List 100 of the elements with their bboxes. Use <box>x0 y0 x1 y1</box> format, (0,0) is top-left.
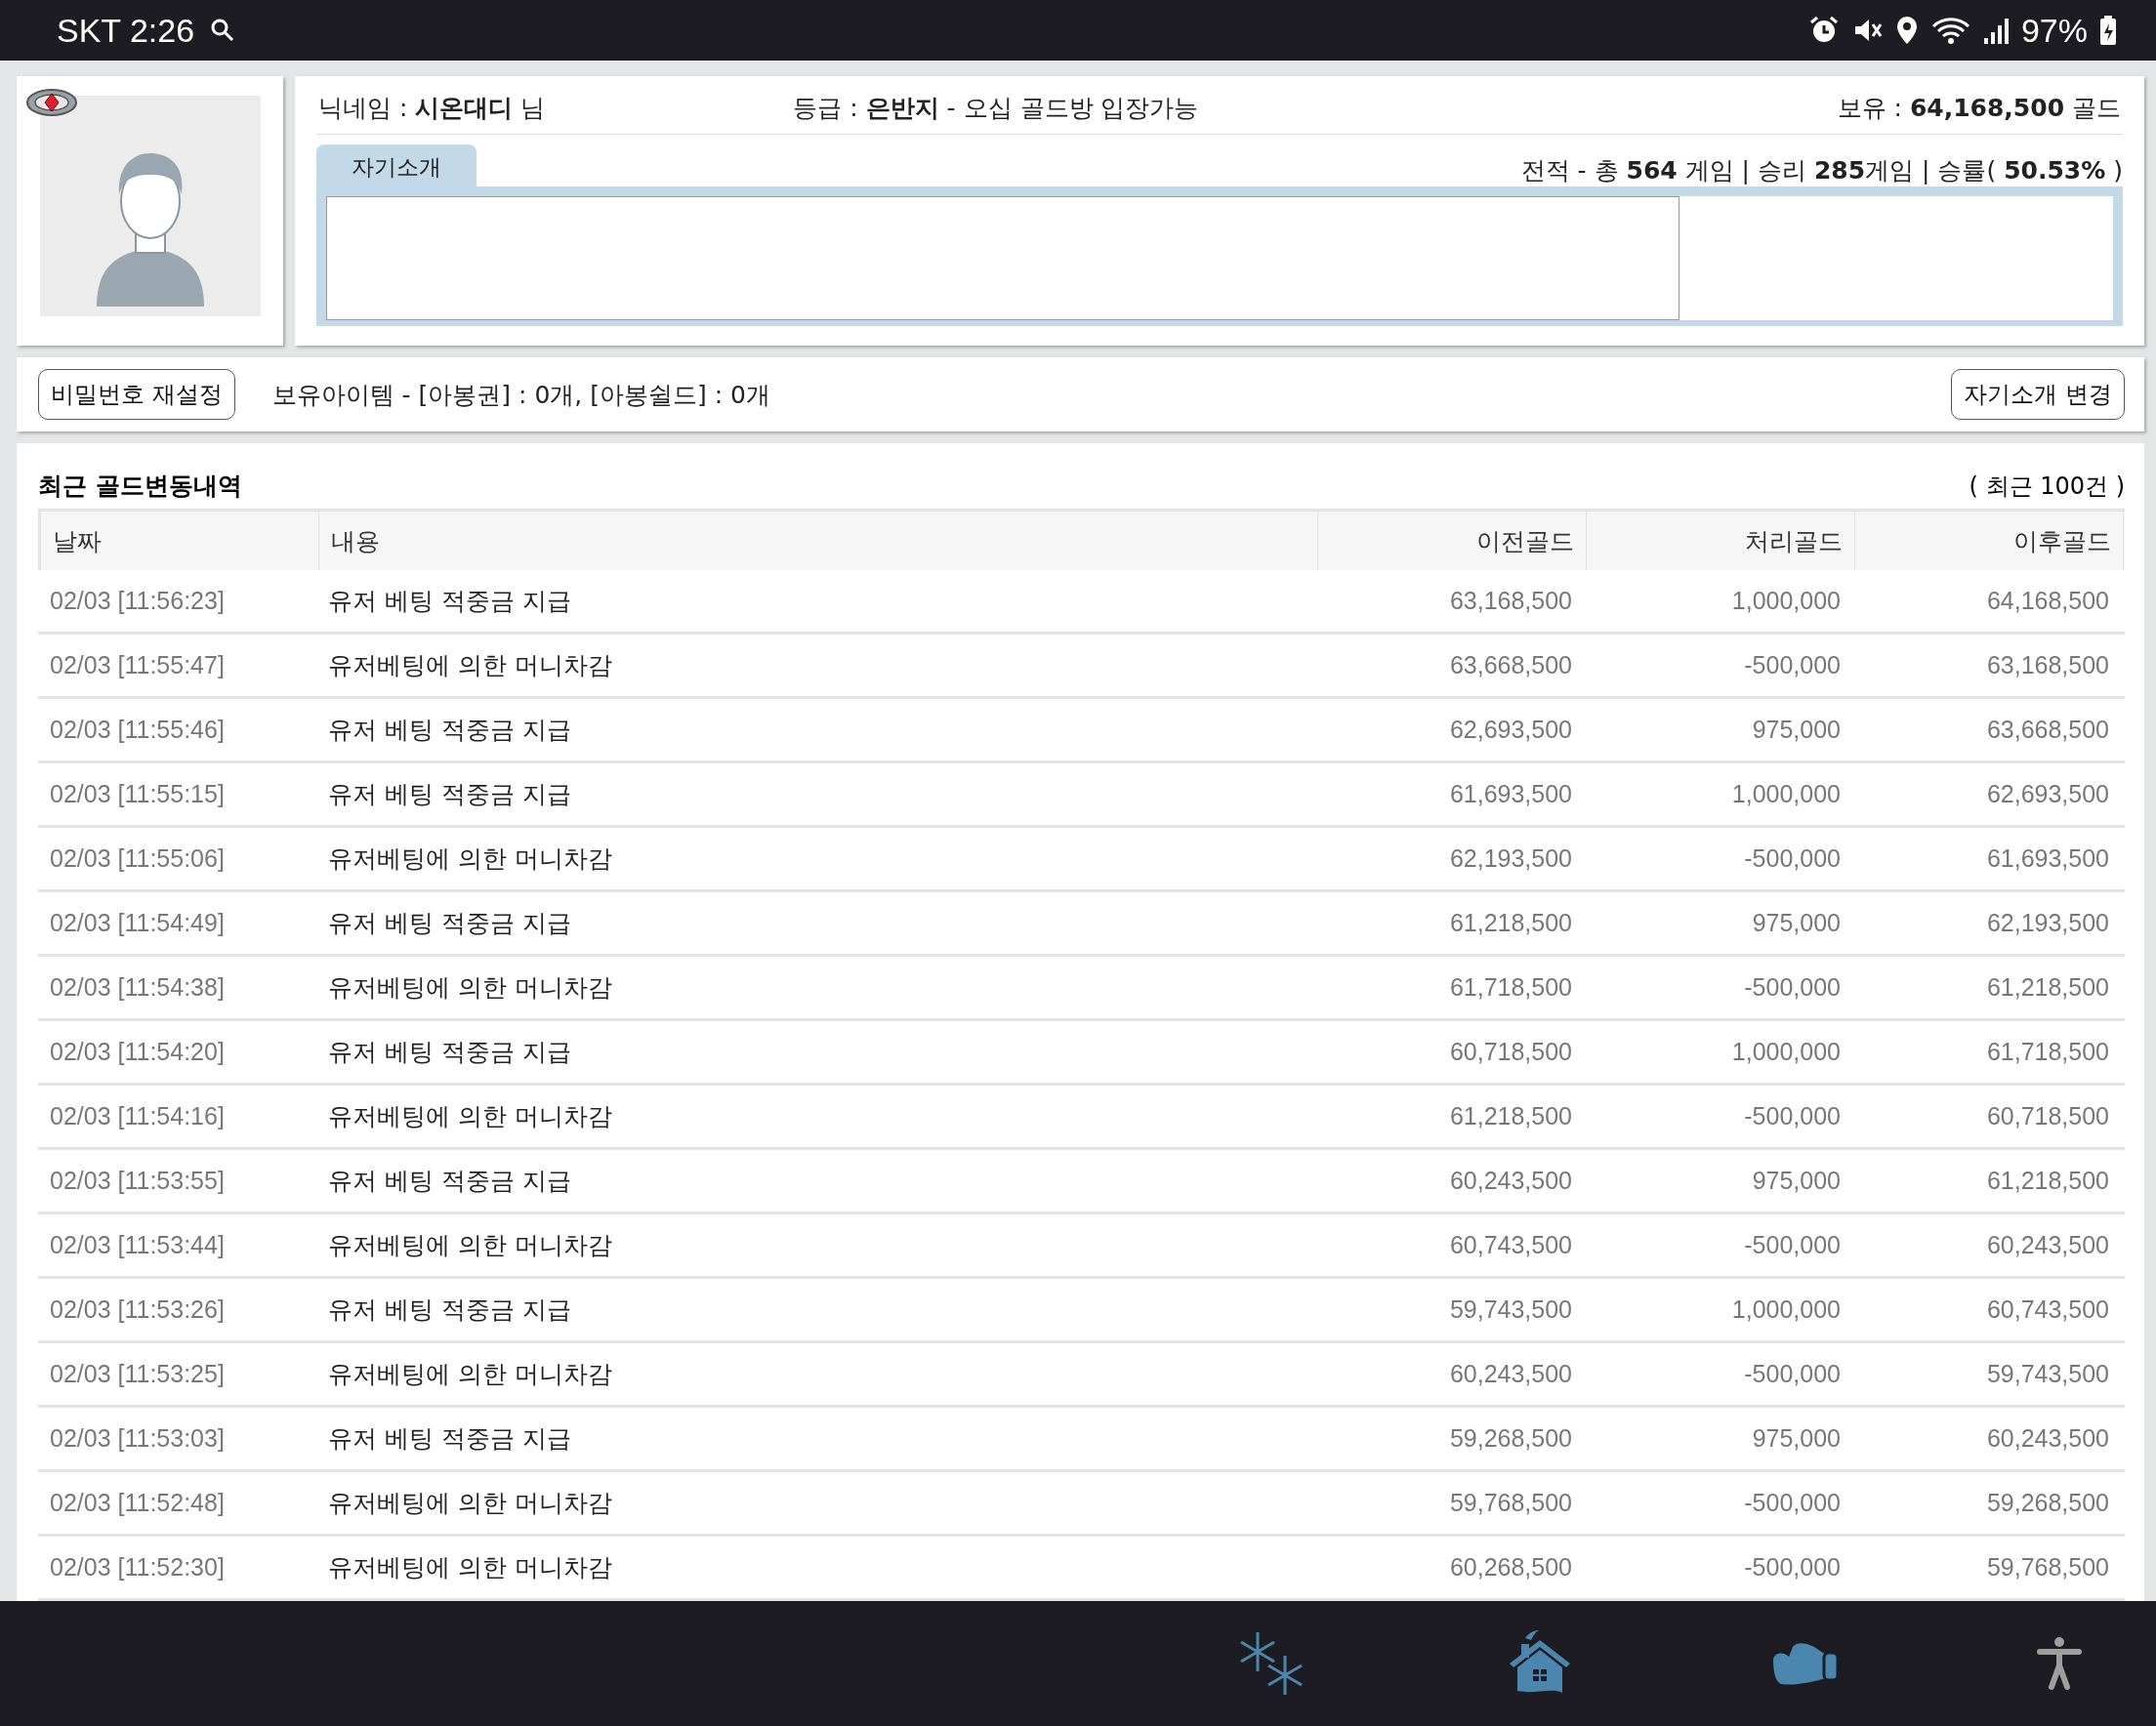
table-cell-text: 975,000 <box>1751 715 1842 745</box>
battery-icon <box>2099 15 2117 46</box>
table-cell-text: 유저베팅에 의한 머니차감 <box>327 1552 613 1583</box>
table-cell-text: 61,218,500 <box>1448 1101 1573 1131</box>
table-cell-text: 1,000,000 <box>1730 1037 1842 1067</box>
table-cell-text: 61,693,500 <box>1985 843 2110 874</box>
table-cell-text: 02/03 [11:54:16] <box>49 1101 226 1131</box>
table-cell-text: 59,268,500 <box>1448 1423 1573 1454</box>
reset-password-button[interactable]: 비밀번호 재설정 <box>38 369 235 420</box>
table-cell-text: 02/03 [11:54:49] <box>49 908 226 938</box>
table-cell-text: 59,268,500 <box>1985 1488 2110 1518</box>
table-cell-text: 02/03 [11:55:06] <box>49 843 226 874</box>
table-cell-text: 61,718,500 <box>1448 972 1573 1003</box>
grade-text: 등급 : 은반지 - 오십 골드방 입장가능 <box>793 93 1199 124</box>
table-cell-text: 02/03 [11:53:44] <box>49 1230 226 1260</box>
table-cell-text: -500,000 <box>1743 1359 1842 1389</box>
column-header: 이후골드 <box>1855 512 2124 570</box>
record-text: 전적 - 총 564 게임 | 승리 285게임 | 승률( 50.53% ) <box>1520 155 2123 186</box>
search-icon <box>210 18 236 43</box>
balance-text: 보유 : 64,168,500 골드 <box>1837 93 2121 124</box>
table-cell-text: 1,000,000 <box>1730 779 1842 809</box>
table-cell-text: 60,243,500 <box>1448 1359 1573 1389</box>
table-cell-text: 02/03 [11:55:47] <box>49 650 226 680</box>
table-cell-text: 60,743,500 <box>1985 1294 2110 1325</box>
table-cell-text: 60,718,500 <box>1448 1037 1573 1067</box>
table-cell-text: -500,000 <box>1743 1101 1842 1131</box>
table-cell-text: 02/03 [11:53:55] <box>49 1166 226 1196</box>
wifi-icon <box>1930 15 1970 46</box>
table-cell-text: 1,000,000 <box>1730 586 1842 616</box>
table-cell-text: 유저 베팅 적중금 지급 <box>327 1423 572 1455</box>
table-cell-text: 61,218,500 <box>1985 1166 2110 1196</box>
table-cell-text: 유저베팅에 의한 머니차감 <box>327 1230 613 1261</box>
table-cell-text: 61,218,500 <box>1985 972 2110 1003</box>
table-cell-text: 유저 베팅 적중금 지급 <box>327 908 572 939</box>
table-cell-text: 975,000 <box>1751 908 1842 938</box>
items-text: 보유아이템 - [아봉권] : 0개, [아봉쉴드] : 0개 <box>271 379 770 411</box>
table-cell-text: -500,000 <box>1743 843 1842 874</box>
table-cell-text: 59,768,500 <box>1448 1488 1573 1518</box>
table-cell-text: 유저 베팅 적중금 지급 <box>327 779 572 810</box>
column-header: 내용 <box>319 512 1318 570</box>
table-cell-text: 61,693,500 <box>1448 779 1573 809</box>
table-cell-text: 59,743,500 <box>1448 1294 1573 1325</box>
table-cell-text: 60,243,500 <box>1985 1423 2110 1454</box>
table-cell-text: 64,168,500 <box>1985 586 2110 616</box>
table-cell-text: 유저베팅에 의한 머니차감 <box>327 1359 613 1390</box>
change-intro-button[interactable]: 자기소개 변경 <box>1951 369 2125 420</box>
table-cell-text: 61,218,500 <box>1448 908 1573 938</box>
column-header: 처리골드 <box>1587 512 1855 570</box>
table-cell-text: 유저 베팅 적중금 지급 <box>327 1294 572 1326</box>
table-cell-text: 63,668,500 <box>1448 650 1573 680</box>
table-cell-text: 02/03 [11:54:20] <box>49 1037 226 1067</box>
column-header: 이전골드 <box>1318 512 1587 570</box>
table-cell-text: 유저베팅에 의한 머니차감 <box>327 972 613 1004</box>
table-cell-text: 60,268,500 <box>1448 1552 1573 1582</box>
table-cell-text: 유저베팅에 의한 머니차감 <box>327 1101 613 1132</box>
table-cell-text: 62,193,500 <box>1985 908 2110 938</box>
table-cell-text: 유저 베팅 적중금 지급 <box>327 1166 572 1197</box>
table-cell-text: 60,743,500 <box>1448 1230 1573 1260</box>
accessibility-icon[interactable] <box>2037 1636 2082 1691</box>
intro-tab[interactable]: 자기소개 <box>316 144 477 186</box>
table-cell-text: 61,718,500 <box>1985 1037 2110 1067</box>
table-cell-text: 975,000 <box>1751 1423 1842 1454</box>
table-cell-text: 62,693,500 <box>1985 779 2110 809</box>
table-cell-text: 유저 베팅 적중금 지급 <box>327 1037 572 1068</box>
table-cell-text: 60,243,500 <box>1985 1230 2110 1260</box>
table-cell-text: 02/03 [11:55:15] <box>49 779 226 809</box>
table-cell-text: -500,000 <box>1743 1230 1842 1260</box>
table-cell-text: 02/03 [11:53:25] <box>49 1359 226 1389</box>
table-cell-text: -500,000 <box>1743 972 1842 1003</box>
table-cell-text: 60,718,500 <box>1985 1101 2110 1131</box>
history-count: ( 최근 100건 ) <box>1969 471 2125 502</box>
table-cell-text: 02/03 [11:53:03] <box>49 1423 226 1454</box>
table-cell-text: -500,000 <box>1743 1488 1842 1518</box>
table-cell-text: 유저베팅에 의한 머니차감 <box>327 1488 613 1519</box>
table-cell-text: 유저베팅에 의한 머니차감 <box>327 843 613 875</box>
table-cell-text: 유저 베팅 적중금 지급 <box>327 586 572 617</box>
table-cell-text: 63,668,500 <box>1985 715 2110 745</box>
table-cell-text: 63,168,500 <box>1448 586 1573 616</box>
table-cell-text: 02/03 [11:55:46] <box>49 715 226 745</box>
table-cell-text: 59,768,500 <box>1985 1552 2110 1582</box>
table-cell-text: 60,243,500 <box>1448 1166 1573 1196</box>
table-cell-text: 유저 베팅 적중금 지급 <box>327 715 572 746</box>
table-cell-text: 02/03 [11:52:30] <box>49 1552 226 1582</box>
table-cell-text: 1,000,000 <box>1730 1294 1842 1325</box>
carrier-time: SKT 2:26 <box>57 11 195 50</box>
history-title: 최근 골드변동내역 <box>38 471 242 502</box>
intro-text-field[interactable] <box>326 196 1679 320</box>
table-cell-text: 유저베팅에 의한 머니차감 <box>327 650 613 681</box>
table-cell-text: 02/03 [11:54:38] <box>49 972 226 1003</box>
table-cell-text: 02/03 [11:53:26] <box>49 1294 226 1325</box>
table-cell-text: 62,693,500 <box>1448 715 1573 745</box>
table-cell-text: 975,000 <box>1751 1166 1842 1196</box>
nickname-text: 닉네임 : 시온대디 님 <box>318 93 546 124</box>
column-header: 날짜 <box>41 512 319 570</box>
battery-percent: 97% <box>2020 11 2088 50</box>
table-cell-text: 02/03 [11:56:23] <box>49 586 226 616</box>
table-cell-text: -500,000 <box>1743 1552 1842 1582</box>
table-cell-text: 62,193,500 <box>1448 843 1573 874</box>
table-cell-text: 59,743,500 <box>1985 1359 2110 1389</box>
table-cell-text: -500,000 <box>1743 650 1842 680</box>
